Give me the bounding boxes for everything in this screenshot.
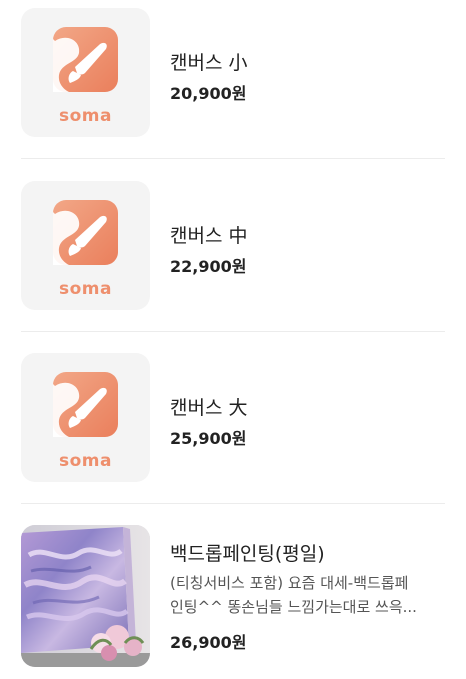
product-price: 25,900원 [170, 429, 247, 448]
brand-logo-text: soma [59, 279, 112, 299]
product-price: 20,900원 [170, 84, 247, 103]
description-line: (티칭서비스 포함) 요즘 대세-백드롭페 [170, 574, 409, 592]
brand-logo-text: soma [59, 451, 112, 471]
paintbrush-logo-icon [53, 27, 118, 92]
paintbrush-logo-icon [53, 372, 118, 437]
product-description: (티칭서비스 포함) 요즘 대세-백드롭페 인팅^^ 똥손님들 느낌가는대로 쓰… [170, 571, 450, 619]
list-divider [21, 503, 445, 504]
painting-photo[interactable] [21, 525, 150, 667]
list-divider [21, 158, 445, 159]
product-card-canvas-medium[interactable]: soma 캔버스 中 22,900원 [0, 181, 466, 311]
product-title[interactable]: 백드롭페인팅(평일) [170, 539, 325, 566]
product-thumbnail[interactable]: soma [21, 181, 150, 310]
description-line: 인팅^^ 똥손님들 느낌가는대로 쓰윽... [170, 598, 417, 616]
product-thumbnail[interactable]: soma [21, 353, 150, 482]
product-title[interactable]: 캔버스 中 [170, 221, 247, 248]
product-card-canvas-small[interactable]: soma 캔버스 小 20,900원 [0, 8, 466, 138]
product-title[interactable]: 캔버스 大 [170, 393, 247, 420]
product-card-canvas-large[interactable]: soma 캔버스 大 25,900원 [0, 353, 466, 483]
product-price: 22,900원 [170, 257, 247, 276]
brand-logo-text: soma [59, 106, 112, 126]
product-card-backdrop-painting[interactable]: 백드롭페인팅(평일) (티칭서비스 포함) 요즘 대세-백드롭페 인팅^^ 똥손… [0, 525, 466, 667]
paintbrush-logo-icon [53, 200, 118, 265]
product-list: soma 캔버스 小 20,900원 soma 캔버스 中 22,900원 so… [0, 0, 466, 679]
product-thumbnail[interactable]: soma [21, 8, 150, 137]
list-divider [21, 331, 445, 332]
product-price: 26,900원 [170, 633, 247, 652]
product-title[interactable]: 캔버스 小 [170, 48, 247, 75]
painting-image [21, 525, 150, 667]
